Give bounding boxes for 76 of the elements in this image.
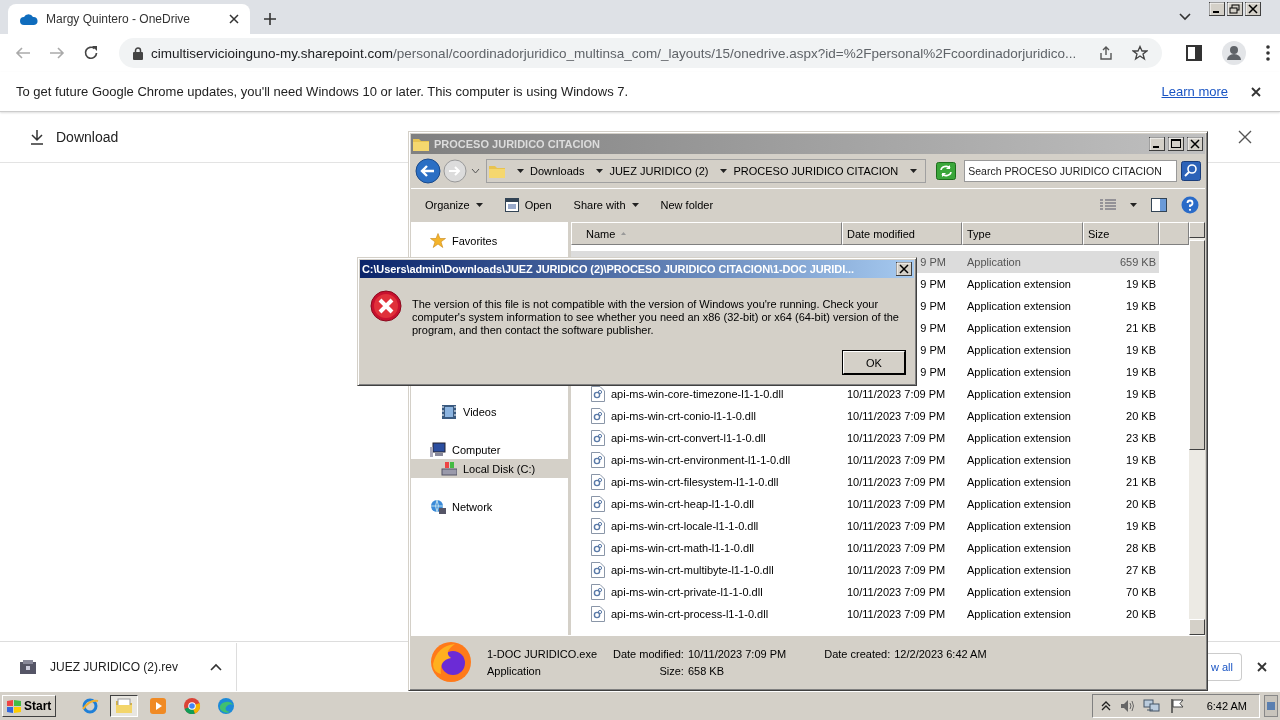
clock: 6:42 AM — [1206, 700, 1247, 712]
table-cell-text: 10/11/2023 7:09 PM — [846, 520, 947, 532]
table-cell-text: Application extension — [966, 366, 1072, 378]
table-cell: api-ms-win-crt-multibyte-l1-1-0.dll — [611, 564, 774, 576]
table-cell-text: Application extension — [966, 388, 1072, 400]
table-cell-text: 10/11/2023 7:09 PM — [846, 432, 947, 444]
table-cell-text: 10/11/2023 7:09 PM — [846, 564, 947, 576]
table-cell: api-ms-win-crt-math-l1-1-0.dll — [611, 542, 755, 554]
table-cell-text: Application extension — [966, 498, 1072, 510]
table-cell: api-ms-win-crt-environment-l1-1-0.dll — [611, 454, 791, 466]
table-cell-text: 10/11/2023 7:09 PM — [846, 608, 947, 620]
table-cell-text: 19 KB — [1125, 388, 1156, 400]
table-cell-text: 28 KB — [1125, 542, 1156, 554]
table-cell-text: 10/11/2023 7:09 PM — [846, 454, 947, 466]
table-cell: api-ms-win-crt-filesystem-l1-1-0.dll — [611, 476, 779, 488]
table-cell-text: 19 KB — [1125, 366, 1156, 378]
table-cell-text: 10/11/2023 7:09 PM — [846, 410, 947, 422]
table-cell: api-ms-win-crt-locale-l1-1-0.dll — [611, 520, 759, 532]
table-cell-text: Application extension — [966, 542, 1072, 554]
table-cell-text: 659 KB — [1118, 256, 1156, 268]
table-cell-text: Application extension — [966, 410, 1072, 422]
table-cell-text: Application extension — [966, 432, 1072, 444]
table-cell-text: 19 KB — [1125, 278, 1156, 290]
field-value: 10/11/2023 7:09 PM — [687, 647, 787, 660]
dialog-title: C:\Users\admin\Downloads\JUEZ JURIDICO (2)\PROCESO JURIDICO CITACION\1-DOC JURIDI... — [362, 263, 855, 275]
table-cell-text: Application extension — [966, 300, 1072, 312]
table-cell-text: 19 KB — [1125, 344, 1156, 356]
table-cell-text: 20 KB — [1125, 608, 1156, 620]
table-cell-text: Application — [966, 256, 1022, 268]
table-cell: 9 PM — [920, 278, 946, 290]
table-cell-text: Application extension — [966, 476, 1072, 488]
window-title: PROCESO JURIDICO CITACION — [434, 138, 601, 150]
field-value: 12/2/2023 6:42 AM — [894, 647, 987, 660]
field-label: Size: — [658, 664, 684, 677]
table-cell-text: Application extension — [966, 586, 1072, 598]
table-cell-text: 70 KB — [1125, 586, 1156, 598]
table-cell-text: 27 KB — [1125, 564, 1156, 576]
table-cell-text: 10/11/2023 7:09 PM — [846, 476, 947, 488]
table-cell: api-ms-win-crt-process-l1-1-0.dll — [611, 608, 769, 620]
table-cell: 9 PM — [920, 300, 946, 312]
table-cell-text: Application extension — [966, 322, 1072, 334]
file-type: Application — [487, 664, 542, 677]
infobar-message: To get future Google Chrome updates, you'll need Windows 10 or later. This computer is using Windows 7. — [16, 84, 629, 99]
table-cell: api-ms-win-core-timezone-l1-1-0.dll — [611, 388, 784, 400]
table-cell-text: Application extension — [966, 344, 1072, 356]
table-cell-text: 10/11/2023 7:09 PM — [846, 542, 947, 554]
table-cell: api-ms-win-crt-private-l1-1-0.dll — [611, 586, 763, 598]
table-cell: 9 PM — [920, 344, 946, 356]
table-cell-text: Application extension — [966, 520, 1072, 532]
table-cell-text: 20 KB — [1125, 498, 1156, 510]
table-cell-text: 19 KB — [1125, 454, 1156, 466]
table-cell-text: 21 KB — [1125, 476, 1156, 488]
table-cell: api-ms-win-crt-heap-l1-1-0.dll — [611, 498, 755, 510]
dialog-message: The version of this file is not compatible with the version of Windows you're running. Check your computer's system information to see whether you need an x86 (32-bit) or x64 (64-bit) version of the program, and then contact the software publisher. — [412, 298, 900, 337]
table-cell: api-ms-win-crt-convert-l1-1-0.dll — [611, 432, 766, 444]
table-cell-text: Application extension — [966, 608, 1072, 620]
table-cell-text: Application extension — [966, 564, 1072, 576]
field-value: 658 KB — [687, 664, 726, 677]
table-cell: 9 PM — [920, 256, 946, 268]
table-cell-text: 23 KB — [1125, 432, 1156, 444]
table-cell-text: 19 KB — [1125, 520, 1156, 532]
table-cell-text: 10/11/2023 7:09 PM — [846, 388, 947, 400]
file-name: 1-DOC JURIDICO.exe — [487, 647, 599, 660]
table-cell-text: 21 KB — [1125, 322, 1156, 334]
table-cell-text: Application extension — [966, 278, 1072, 290]
table-cell-text: 19 KB — [1125, 300, 1156, 312]
field-label: Date created: — [824, 647, 891, 660]
field-label: Date modified: — [613, 647, 684, 660]
table-cell: api-ms-win-crt-conio-l1-1-0.dll — [611, 410, 756, 422]
table-cell: 9 PM — [920, 322, 946, 334]
table-cell-text: 10/11/2023 7:09 PM — [846, 498, 947, 510]
table-cell: 9 PM — [920, 366, 946, 378]
table-cell-text: Application extension — [966, 454, 1072, 466]
table-cell-text: 10/11/2023 7:09 PM — [846, 586, 947, 598]
table-cell-text: 20 KB — [1125, 410, 1156, 422]
url-text: cimultiservicioinguno-my.sharepoint.com/personal/coordinadorjuridico_multinsa_com/_layouts/15/onedrive.aspx?id=%2Fpersonal%2Fcoordinadorjuridico... — [151, 45, 1078, 61]
